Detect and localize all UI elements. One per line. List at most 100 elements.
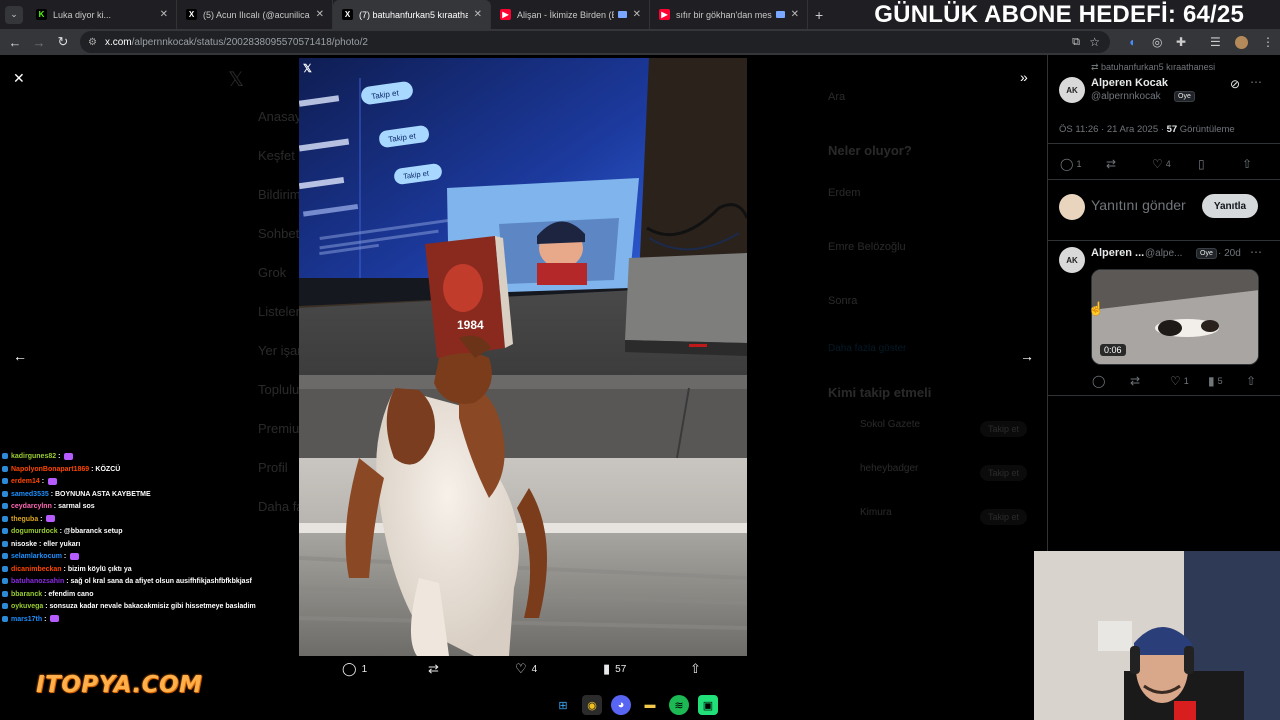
screen-x-logo: 𝕏: [303, 63, 312, 75]
reply-input[interactable]: Yanıtını gönder: [1091, 197, 1186, 213]
tab-youtube-alisan[interactable]: ▶ Alişan - İkimize Birden (Bur ✕: [491, 0, 650, 29]
chat-message: @bbaranck setup: [63, 528, 123, 535]
author-handle[interactable]: @alpernnkocak: [1091, 91, 1161, 102]
chat-username[interactable]: dogumurdock: [11, 528, 58, 535]
bookmark-star-icon[interactable]: ☆: [1089, 35, 1100, 49]
youtube-icon: ▶: [500, 9, 511, 20]
reposted-by-name: batuhanfurkan5 kıraathanesi: [1101, 62, 1216, 72]
author-name[interactable]: Alperen Kocak: [1091, 77, 1168, 89]
site-info-icon[interactable]: ⚙: [88, 37, 97, 48]
reply-author-avatar[interactable]: AK: [1059, 247, 1085, 273]
profile-avatar[interactable]: [1235, 36, 1248, 49]
like-button[interactable]: ♡ 4: [515, 661, 537, 677]
tab-active-x[interactable]: X (7) batuhanfurkan5 kıraathanesi ✕: [333, 0, 491, 29]
x-logo-icon: 𝕏: [228, 69, 245, 91]
chat-username[interactable]: mars17th: [11, 616, 42, 623]
extension-audio-icon[interactable]: ◖: [1128, 35, 1135, 49]
chat-separator: :: [38, 515, 45, 523]
like-count: 4: [1165, 159, 1171, 169]
new-tab-button[interactable]: +: [815, 7, 823, 23]
chat-username[interactable]: batuhanozsahin: [11, 578, 64, 585]
chat-line: theguba :: [2, 514, 298, 527]
chat-username[interactable]: erdem14: [11, 478, 40, 485]
next-photo-icon[interactable]: →: [1020, 348, 1034, 364]
grok-icon[interactable]: ⊘: [1230, 77, 1240, 91]
reading-list-icon[interactable]: ☰: [1210, 35, 1221, 49]
more-options-icon[interactable]: ⋯: [1250, 75, 1262, 89]
close-icon[interactable]: ✕: [474, 9, 482, 20]
repost-icon: ⇄: [1106, 157, 1117, 171]
sidebar-reply-button[interactable]: ◯ 1: [1060, 157, 1081, 171]
author-avatar[interactable]: AK: [1059, 77, 1085, 103]
extensions-puzzle-icon[interactable]: ✚: [1176, 35, 1186, 49]
photo-scene: 𝕏 Takip et Takip et Takip et 1984: [299, 58, 747, 656]
chat-username[interactable]: samed3535: [11, 491, 49, 498]
repost-button[interactable]: ⇄: [428, 661, 444, 677]
collapse-sidebar-icon[interactable]: »: [1020, 69, 1028, 85]
file-explorer-icon[interactable]: ▬: [640, 695, 660, 715]
share-button[interactable]: ⇧: [690, 661, 706, 677]
chat-username[interactable]: bbaranck: [11, 591, 42, 598]
chat-badge-icon: [2, 615, 8, 622]
sidebar-bookmark-button[interactable]: ▯: [1198, 157, 1208, 171]
reply-repost-button[interactable]: ⇄: [1130, 374, 1143, 388]
heart-icon: ♡: [1152, 157, 1163, 171]
chat-username[interactable]: NapolyonBonapart1869: [11, 466, 89, 473]
chat-emote-icon: [70, 552, 80, 560]
reply-author-handle[interactable]: @alpe...: [1145, 248, 1182, 259]
sidebar-repost-button[interactable]: ⇄: [1106, 157, 1119, 171]
reply-views-button[interactable]: ▮ 5: [1208, 374, 1223, 388]
chat-username[interactable]: ceydarcylnn: [11, 503, 52, 510]
discord-icon[interactable]: ◕: [611, 695, 631, 715]
close-icon[interactable]: ✕: [160, 9, 168, 20]
reply-like-button[interactable]: ♡ 1: [1170, 374, 1189, 388]
chat-username[interactable]: oykuvega: [11, 603, 43, 610]
divider: [1048, 143, 1280, 144]
views-button[interactable]: ▮ 57: [603, 661, 626, 677]
close-icon[interactable]: ✕: [633, 9, 641, 20]
close-icon[interactable]: ✕: [791, 9, 799, 20]
audio-icon[interactable]: [617, 11, 627, 18]
reload-button[interactable]: ↻: [51, 34, 75, 50]
extension-shield-icon[interactable]: ◎: [1152, 35, 1162, 49]
close-viewer-icon[interactable]: ✕: [13, 70, 25, 87]
reply-share-button[interactable]: ⇧: [1246, 374, 1259, 388]
sidebar-like-button[interactable]: ♡ 4: [1152, 157, 1171, 171]
taskbar: ⊞ ◉ ◕ ▬ ≋ ▣: [553, 694, 718, 716]
address-bar[interactable]: ⚙ x.com/alpernnkocak/status/200283809557…: [80, 31, 1110, 53]
windows-start-icon[interactable]: ⊞: [553, 695, 573, 715]
more-options-icon[interactable]: ⋯: [1250, 245, 1262, 259]
forward-button[interactable]: →: [27, 35, 51, 50]
chat-line: kadirgunes82 :: [2, 451, 298, 464]
install-app-icon[interactable]: ⧉: [1072, 36, 1080, 49]
back-button[interactable]: ←: [3, 35, 27, 50]
x-logo-icon: X: [342, 9, 353, 20]
tab-search-icon[interactable]: ⌄: [5, 5, 23, 24]
previous-photo-icon[interactable]: ←: [13, 348, 27, 364]
streamer-webcam: [1034, 551, 1280, 720]
kick-app-icon[interactable]: ▣: [698, 695, 718, 715]
tweet-photo[interactable]: 𝕏 Takip et Takip et Takip et 1984: [299, 58, 747, 656]
chat-username[interactable]: dicanimbeckan: [11, 566, 62, 573]
reply-button[interactable]: ◯ 1: [342, 661, 367, 677]
tab-acun[interactable]: X (5) Acun Ilıcalı (@acunilicali) / X ✕: [177, 0, 333, 29]
spotify-icon[interactable]: ≋: [669, 695, 689, 715]
chat-badge-icon: [2, 453, 8, 460]
chat-username[interactable]: kadirgunes82: [11, 453, 56, 460]
reply-submit-button[interactable]: Yanıtla: [1202, 194, 1258, 218]
chat-username[interactable]: selamlarkocum: [11, 553, 62, 560]
bookmark-icon: ▯: [1198, 157, 1205, 171]
reply-author-name[interactable]: Alperen ...: [1091, 247, 1144, 259]
chat-username[interactable]: nisoske: [11, 541, 37, 548]
reply-video-thumbnail[interactable]: 0:06: [1091, 269, 1259, 365]
close-icon[interactable]: ✕: [316, 9, 324, 20]
nav-explore: Keşfet: [258, 148, 295, 163]
tab-youtube-gokhan[interactable]: ▶ sıfır bir gökhan'dan mesaj v ✕: [650, 0, 808, 29]
tab-kick[interactable]: K Luka diyor ki... ✕: [27, 0, 177, 29]
sidebar-share-button[interactable]: ⇧: [1242, 157, 1255, 171]
chrome-icon[interactable]: ◉: [582, 695, 602, 715]
chat-username[interactable]: theguba: [11, 516, 38, 523]
reply-reply-button[interactable]: ◯: [1092, 374, 1108, 388]
audio-icon[interactable]: [775, 11, 785, 18]
browser-menu-icon[interactable]: ⋮: [1262, 35, 1274, 49]
